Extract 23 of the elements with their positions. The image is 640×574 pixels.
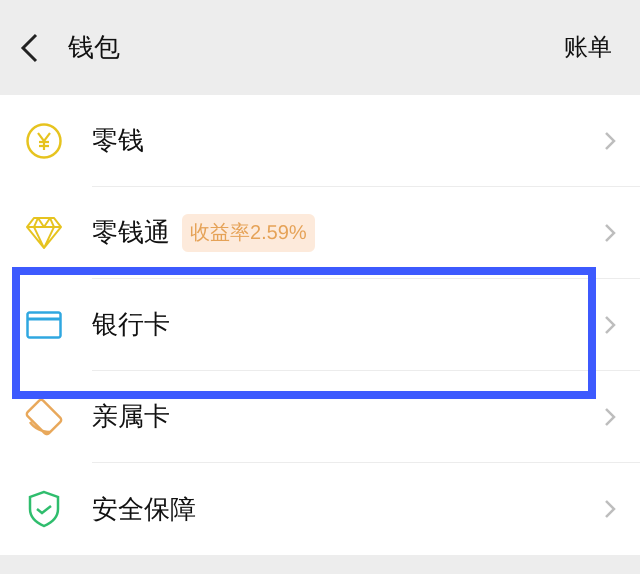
wallet-row[interactable]: 安全保障: [0, 463, 640, 555]
shield-check-icon: [27, 490, 61, 528]
chevron-icon: [604, 222, 616, 242]
chevron-icon: [604, 499, 616, 519]
row-label: 安全保障: [92, 492, 196, 526]
yuan-coin-icon: [25, 122, 63, 160]
wallet-row[interactable]: 零钱: [0, 95, 640, 187]
chevron-icon: [604, 406, 616, 426]
wallet-row[interactable]: 零钱通 收益率2.59%: [0, 187, 640, 279]
wallet-row[interactable]: 亲属卡: [0, 371, 640, 463]
rate-tag: 收益率2.59%: [182, 214, 315, 252]
diamond-icon: [25, 216, 63, 250]
page-title: 钱包: [68, 31, 120, 64]
tilted-cards-icon: [25, 398, 63, 436]
chevron-icon: [604, 314, 616, 334]
wallet-row[interactable]: 银行卡: [0, 279, 640, 371]
card-icon: [26, 311, 62, 339]
bill-link[interactable]: 账单: [564, 30, 612, 66]
row-label: 零钱通: [92, 216, 170, 249]
row-label: 亲属卡: [92, 400, 170, 433]
row-label: 零钱: [92, 124, 144, 157]
chevron-icon: [604, 130, 616, 150]
row-label: 银行卡: [92, 308, 170, 341]
